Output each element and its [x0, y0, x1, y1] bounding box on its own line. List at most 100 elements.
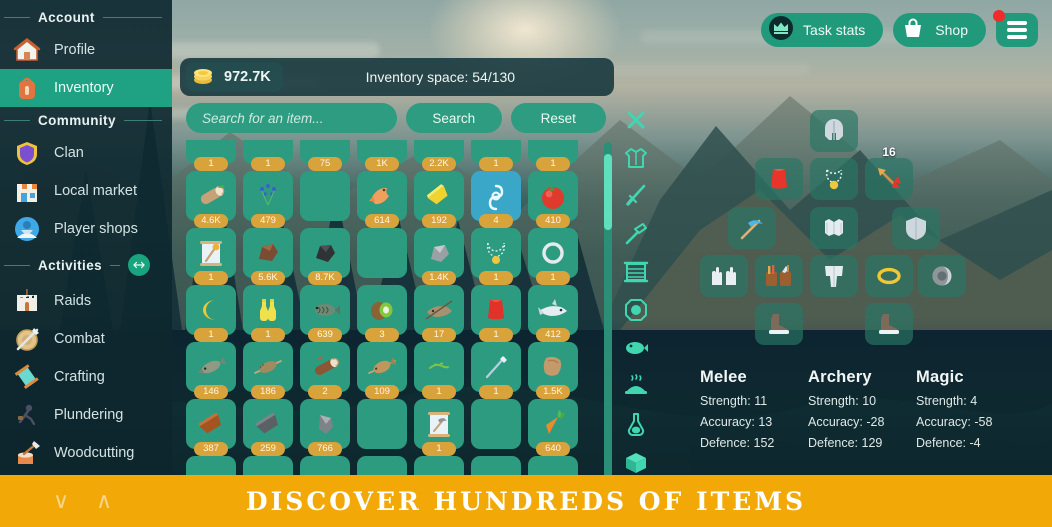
sidebar-item-clan[interactable]: Clan: [0, 134, 172, 172]
inventory-slot[interactable]: 1: [414, 399, 464, 456]
inventory-slot[interactable]: 1: [471, 140, 521, 171]
stats-title: Magic: [916, 368, 964, 386]
inventory-slot[interactable]: 1K: [357, 140, 407, 171]
equipment-slot-shield[interactable]: [892, 207, 940, 249]
anvil-icon[interactable]: [617, 256, 655, 288]
partial-item: [422, 140, 456, 156]
inventory-slot[interactable]: 75: [300, 140, 350, 171]
stat-accuracy: Accuracy: 13: [700, 415, 773, 429]
partial-item: [479, 140, 513, 156]
inventory-slot-empty[interactable]: [300, 171, 350, 221]
equipment-slot-weapon[interactable]: [728, 207, 776, 249]
sidebar-item-combat[interactable]: Combat: [0, 320, 172, 358]
inventory-slot[interactable]: 186: [243, 342, 293, 399]
boot-icon: [769, 314, 789, 334]
inventory-slot[interactable]: 1: [243, 285, 293, 342]
search-input[interactable]: [186, 103, 397, 133]
item-quantity-badge: 1: [479, 328, 513, 342]
inventory-slot[interactable]: 1.5K: [528, 342, 578, 399]
sidebar-item-label: Combat: [54, 331, 105, 347]
equipment-slot-body[interactable]: [810, 207, 858, 249]
inventory-slot[interactable]: 1: [186, 140, 236, 171]
inventory-slot-empty[interactable]: [357, 399, 407, 449]
inventory-slot-empty[interactable]: [471, 399, 521, 449]
fish-icon[interactable]: [617, 332, 655, 364]
grilled-fish-icon: [365, 350, 399, 384]
inventory-slot[interactable]: 259: [243, 399, 293, 456]
inventory-slot[interactable]: 3: [357, 285, 407, 342]
hammer-icon[interactable]: [617, 218, 655, 250]
scrollbar-thumb[interactable]: [604, 154, 612, 230]
equipment-slot-head[interactable]: [810, 110, 858, 152]
item-quantity-badge: 1: [251, 328, 285, 342]
equipment-slot-boots-right[interactable]: [865, 303, 913, 345]
inventory-slot-empty[interactable]: [357, 228, 407, 278]
gem-icon[interactable]: [617, 294, 655, 326]
inventory-slot[interactable]: 1: [243, 140, 293, 171]
equipment-slot-ammo[interactable]: 16: [865, 145, 913, 200]
search-button[interactable]: Search: [406, 103, 502, 133]
left-right-arrow-icon[interactable]: [128, 254, 151, 276]
inventory-slot[interactable]: 146: [186, 342, 236, 399]
inventory-slot[interactable]: 4: [471, 171, 521, 228]
cooked-dish-icon[interactable]: [617, 370, 655, 402]
inventory-slot[interactable]: 1: [471, 228, 521, 285]
sidebar-item-profile[interactable]: Profile: [0, 31, 172, 69]
inventory-slot[interactable]: 412: [528, 285, 578, 342]
sidebar-item-plundering[interactable]: Plundering: [0, 396, 172, 434]
inventory-slot[interactable]: 410: [528, 171, 578, 228]
inventory-slot[interactable]: 766: [300, 399, 350, 456]
potion-flask-icon[interactable]: [617, 408, 655, 440]
sidebar-item-woodcutting[interactable]: Woodcutting: [0, 434, 172, 472]
equipment-slot-cape[interactable]: [755, 158, 803, 200]
inventory-slot[interactable]: 1: [528, 228, 578, 285]
shop-button[interactable]: Shop: [893, 13, 986, 47]
inventory-slot[interactable]: 614: [357, 171, 407, 228]
task-stats-label: Task stats: [803, 22, 866, 38]
equipment-slot-ring[interactable]: [865, 255, 913, 297]
item-quantity-badge: 1: [536, 271, 570, 285]
sidebar-item-local-market[interactable]: Local market: [0, 172, 172, 210]
task-stats-button[interactable]: Task stats: [761, 13, 884, 47]
armor-shirt-icon[interactable]: [617, 142, 655, 174]
chevron-down-icon[interactable]: ∨: [53, 488, 69, 514]
inventory-slot[interactable]: 1: [471, 342, 521, 399]
inventory-slot[interactable]: 1: [528, 140, 578, 171]
inventory-slot[interactable]: 639: [300, 285, 350, 342]
inventory-slot[interactable]: 192: [414, 171, 464, 228]
inventory-slot[interactable]: 2.2K: [414, 140, 464, 171]
reset-button[interactable]: Reset: [510, 103, 606, 133]
sidebar-item-player-shops[interactable]: Player shops: [0, 210, 172, 248]
crate-box-icon[interactable]: [617, 446, 655, 478]
hamburger-menu-icon[interactable]: [993, 10, 1038, 47]
inventory-slot[interactable]: 1: [471, 285, 521, 342]
inventory-slot[interactable]: 640: [528, 399, 578, 456]
sidebar-item-inventory[interactable]: Inventory: [0, 69, 172, 107]
inventory-slot[interactable]: 1: [414, 342, 464, 399]
equipment-slot-tool-belt[interactable]: [755, 255, 803, 297]
item-quantity-badge: 1: [422, 442, 456, 456]
inventory-slot[interactable]: 1: [186, 228, 236, 285]
equipment-slot-neck[interactable]: [810, 158, 858, 200]
inventory-slot[interactable]: 2: [300, 342, 350, 399]
inventory-slot[interactable]: 479: [243, 171, 293, 228]
sidebar-item-raids[interactable]: Raids: [0, 282, 172, 320]
equipment-slot-boots-left[interactable]: [755, 303, 803, 345]
inventory-scrollbar[interactable]: [604, 142, 612, 478]
inventory-slot[interactable]: 1: [186, 285, 236, 342]
inventory-slot[interactable]: 1.4K: [414, 228, 464, 285]
equipment-slot-bracelet[interactable]: [918, 255, 966, 297]
equipment-slot-gloves[interactable]: [700, 255, 748, 297]
inventory-slot[interactable]: 4.6K: [186, 171, 236, 228]
sidebar-item-crafting[interactable]: Crafting: [0, 358, 172, 396]
inventory-slot[interactable]: 8.7K: [300, 228, 350, 285]
inventory-slot[interactable]: 17: [414, 285, 464, 342]
inventory-slot[interactable]: 387: [186, 399, 236, 456]
inventory-slot[interactable]: 109: [357, 342, 407, 399]
sword-icon[interactable]: [617, 180, 655, 212]
chevron-up-icon[interactable]: ∧: [96, 488, 112, 514]
inventory-slot[interactable]: 5.6K: [243, 228, 293, 285]
equipment-slot-legs[interactable]: [810, 255, 858, 297]
category-filter-rail: [614, 100, 658, 478]
close-icon[interactable]: [617, 104, 655, 136]
